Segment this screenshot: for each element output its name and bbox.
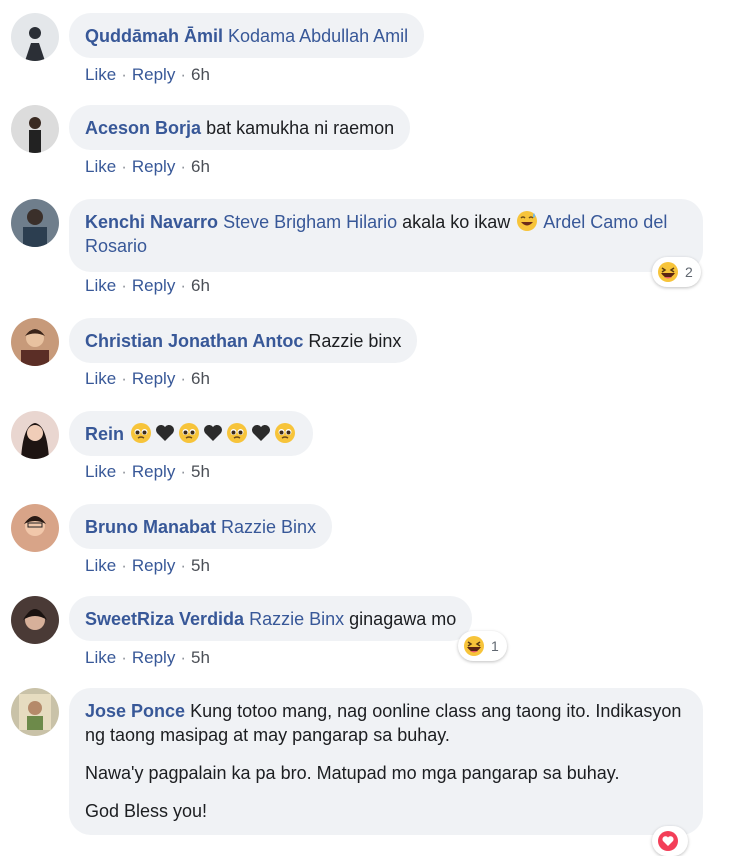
timestamp[interactable]: 5h <box>191 556 210 575</box>
like-button[interactable]: Like <box>85 157 116 176</box>
pleading-face-emoji <box>226 422 248 444</box>
haha-emoji <box>657 261 679 283</box>
comment-actions: Like · Reply · 5h <box>85 462 210 482</box>
comment-author[interactable]: Quddāmah Āmil <box>85 26 223 46</box>
separator: · <box>121 462 127 481</box>
avatar[interactable] <box>11 199 59 247</box>
separator: · <box>180 648 186 667</box>
comment-actions: Like · Reply · 6h <box>85 157 210 177</box>
reaction-count: 1 <box>491 638 499 654</box>
pleading-face-emoji <box>178 422 200 444</box>
reply-button[interactable]: Reply <box>132 556 175 575</box>
comment-bubble: Jose Ponce Kung totoo mang, nag oonline … <box>69 688 703 835</box>
reaction-summary[interactable]: 1 <box>458 631 507 661</box>
reply-button[interactable]: Reply <box>132 369 175 388</box>
avatar[interactable] <box>11 688 59 736</box>
comment-text: bat kamukha ni raemon <box>206 118 395 138</box>
separator: · <box>121 276 127 295</box>
comment-text: akala ko ikaw <box>402 212 511 232</box>
comment-bubble: Bruno Manabat Razzie Binx <box>69 504 333 549</box>
comment-text: Razzie binx <box>308 331 402 351</box>
reply-button[interactable]: Reply <box>132 65 175 84</box>
avatar[interactable] <box>11 105 59 153</box>
reaction-count: 2 <box>685 264 693 280</box>
comment-actions: Like · Reply · 5h <box>85 648 210 668</box>
comment-text: ginagawa mo <box>349 609 457 629</box>
separator: · <box>180 276 186 295</box>
comment-actions: Like · Reply · 5h <box>85 556 210 576</box>
separator: · <box>121 648 127 667</box>
comment-paragraph: Jose Ponce Kung totoo mang, nag oonline … <box>85 699 687 747</box>
love-emoji <box>657 830 679 852</box>
comment-bubble: Rein <box>69 411 314 456</box>
comment-actions: Like · Reply · 6h <box>85 65 210 85</box>
comment-author[interactable]: Jose Ponce <box>85 701 185 721</box>
mention-link[interactable]: Razzie Binx <box>221 517 316 537</box>
mention-link[interactable]: Kodama Abdullah Amil <box>228 26 408 46</box>
separator: · <box>180 157 186 176</box>
mention-link[interactable]: Razzie Binx <box>249 609 344 629</box>
comment-paragraph: Nawa'y pagpalain ka pa bro. Matupad mo m… <box>85 763 620 783</box>
separator: · <box>121 369 127 388</box>
mention-link[interactable]: Steve Brigham Hilario <box>223 212 397 232</box>
pleading-face-emoji <box>130 422 152 444</box>
comment-bubble: SweetRiza Verdida Razzie Binx ginagawa m… <box>69 596 473 641</box>
reply-button[interactable]: Reply <box>132 648 175 667</box>
like-button[interactable]: Like <box>85 648 116 667</box>
like-button[interactable]: Like <box>85 65 116 84</box>
reply-button[interactable]: Reply <box>132 157 175 176</box>
separator: · <box>121 556 127 575</box>
black-heart-emoji <box>250 422 272 444</box>
comment-author[interactable]: Aceson Borja <box>85 118 201 138</box>
reaction-summary[interactable]: 2 <box>652 257 701 287</box>
like-button[interactable]: Like <box>85 276 116 295</box>
comment-author[interactable]: Rein <box>85 424 124 444</box>
comment-bubble: Christian Jonathan Antoc Razzie binx <box>69 318 418 363</box>
timestamp[interactable]: 5h <box>191 462 210 481</box>
reaction-summary[interactable] <box>652 826 688 856</box>
black-heart-emoji <box>202 422 224 444</box>
comment-author[interactable]: Christian Jonathan Antoc <box>85 331 303 351</box>
like-button[interactable]: Like <box>85 556 116 575</box>
reply-button[interactable]: Reply <box>132 276 175 295</box>
grin-sweat-emoji <box>516 210 538 232</box>
black-heart-emoji <box>154 422 176 444</box>
avatar[interactable] <box>11 411 59 459</box>
pleading-face-emoji <box>274 422 296 444</box>
comment-paragraph: God Bless you! <box>85 801 208 821</box>
like-button[interactable]: Like <box>85 369 116 388</box>
separator: · <box>180 369 186 388</box>
comment-actions: Like · Reply · 6h <box>85 369 210 389</box>
avatar[interactable] <box>11 596 59 644</box>
timestamp[interactable]: 5h <box>191 648 210 667</box>
comment-author[interactable]: Bruno Manabat <box>85 517 216 537</box>
avatar[interactable] <box>11 318 59 366</box>
comment-author[interactable]: SweetRiza Verdida <box>85 609 244 629</box>
comment-bubble: Quddāmah Āmil Kodama Abdullah Amil <box>69 13 425 58</box>
haha-emoji <box>463 635 485 657</box>
comment-bubble: Aceson Borja bat kamukha ni raemon <box>69 105 411 150</box>
avatar[interactable] <box>11 13 59 61</box>
separator: · <box>121 157 127 176</box>
comment-actions: Like · Reply · 6h <box>85 276 210 296</box>
timestamp[interactable]: 6h <box>191 65 210 84</box>
avatar[interactable] <box>11 504 59 552</box>
separator: · <box>180 556 186 575</box>
separator: · <box>121 65 127 84</box>
timestamp[interactable]: 6h <box>191 276 210 295</box>
comment-bubble: Kenchi Navarro Steve Brigham Hilario aka… <box>69 199 703 272</box>
comment-author[interactable]: Kenchi Navarro <box>85 212 218 232</box>
separator: · <box>180 462 186 481</box>
reply-button[interactable]: Reply <box>132 462 175 481</box>
separator: · <box>180 65 186 84</box>
like-button[interactable]: Like <box>85 462 116 481</box>
timestamp[interactable]: 6h <box>191 157 210 176</box>
timestamp[interactable]: 6h <box>191 369 210 388</box>
